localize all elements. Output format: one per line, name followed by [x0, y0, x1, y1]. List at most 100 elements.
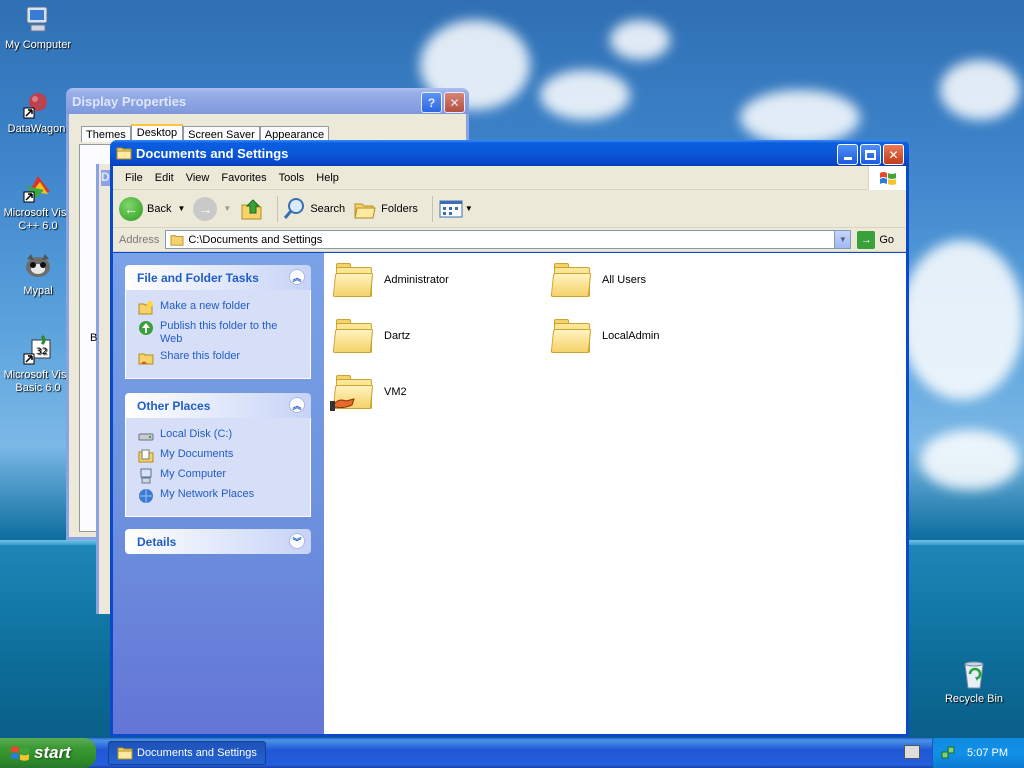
my-network-places-link[interactable]: My Network Places — [138, 488, 302, 504]
folder-item-all-users[interactable]: All Users — [550, 263, 647, 297]
collapse-chevron-icon[interactable]: ︽ — [289, 269, 305, 285]
folder-item-localadmin[interactable]: LocalAdmin — [550, 319, 659, 353]
folder-icon — [117, 747, 133, 760]
close-button[interactable]: ✕ — [883, 144, 904, 165]
desktop-icon-visual-basic[interactable]: 32 Microsoft Visu Basic 6.0 — [0, 334, 76, 395]
forward-arrow-icon: → — [193, 196, 218, 221]
link-label: Publish this folder to the Web — [160, 320, 278, 345]
share-folder-link[interactable]: Share this folder — [138, 350, 302, 366]
address-dropdown-icon[interactable]: ▼ — [834, 231, 851, 248]
new-folder-icon — [138, 301, 153, 315]
sharing-hand-icon — [330, 398, 355, 411]
back-arrow-icon: ← — [119, 196, 143, 221]
link-label: Local Disk (C:) — [160, 428, 233, 440]
group-header[interactable]: Details ︾ — [125, 529, 311, 554]
mypal-browser-icon — [22, 250, 54, 282]
network-places-icon — [139, 489, 153, 503]
publish-folder-link[interactable]: Publish this folder to the Web — [138, 320, 302, 346]
my-documents-link[interactable]: My Documents — [138, 448, 302, 464]
title-bar[interactable]: Documents and Settings ✕ — [110, 140, 909, 166]
clock[interactable]: 5:07 PM — [967, 747, 1008, 759]
my-computer-link[interactable]: My Computer — [138, 468, 302, 484]
forward-dropdown-icon[interactable]: ▼ — [223, 204, 231, 213]
windows-logo-icon — [868, 165, 906, 190]
shared-folder-icon — [330, 375, 374, 411]
search-button[interactable]: Search — [282, 197, 345, 221]
folders-icon — [354, 203, 376, 218]
desktop-icon-label-line1: Microsoft Visu — [3, 207, 73, 219]
back-dropdown-icon[interactable]: ▼ — [177, 204, 185, 213]
go-button[interactable]: → Go — [857, 230, 895, 249]
desktop-icon-my-computer[interactable]: My Computer — [0, 4, 76, 52]
minimize-button[interactable] — [837, 144, 858, 165]
folder-item-vm2[interactable]: VM2 — [330, 375, 407, 411]
publish-web-icon — [139, 321, 153, 335]
taskbar: start Documents and Settings 5:07 PM — [0, 738, 1024, 768]
folder-name: All Users — [602, 274, 647, 286]
network-shortcut-icon — [22, 88, 54, 120]
make-new-folder-link[interactable]: Make a new folder — [138, 300, 302, 316]
desktop-icon-recycle-bin[interactable]: Recycle Bin — [936, 658, 1012, 706]
window-title: Display Properties — [72, 93, 187, 109]
menu-edit[interactable]: Edit — [149, 172, 180, 184]
folder-up-icon — [241, 198, 262, 219]
cloud — [900, 240, 1024, 400]
system-tray: 5:07 PM — [932, 738, 1024, 768]
windows-logo-icon — [11, 746, 29, 761]
folder-item-dartz[interactable]: Dartz — [332, 319, 410, 353]
address-input[interactable]: C:\Documents and Settings ▼ — [165, 230, 852, 249]
visual-cpp-icon — [22, 172, 54, 204]
menu-favorites[interactable]: Favorites — [215, 172, 272, 184]
network-tray-icon[interactable] — [941, 746, 955, 760]
desktop-icon-datawagon[interactable]: DataWagon. — [0, 88, 76, 136]
cloud — [920, 430, 1020, 490]
help-button[interactable]: ? — [421, 92, 442, 113]
views-icon — [439, 200, 463, 217]
keyboard-icon[interactable] — [904, 745, 920, 759]
up-button[interactable] — [239, 196, 265, 222]
folder-name: Administrator — [384, 274, 449, 286]
address-bar: Address C:\Documents and Settings ▼ → Go — [113, 228, 906, 252]
menu-file[interactable]: File — [119, 172, 149, 184]
hidden-window-text: B — [90, 332, 98, 344]
local-disk-link[interactable]: Local Disk (C:) — [138, 428, 302, 444]
menu-bar: File Edit View Favorites Tools Help — [113, 165, 906, 190]
group-body: Make a new folder Publish this folder to… — [125, 290, 311, 379]
folder-name: VM2 — [384, 386, 407, 398]
desktop-icon-label: Mypal — [23, 285, 53, 297]
toolbar: ← Back ▼ → ▼ Search Folders ▼ — [113, 190, 906, 228]
views-button[interactable]: ▼ — [439, 200, 473, 218]
go-label: Go — [879, 233, 895, 246]
file-folder-tasks-group: File and Folder Tasks ︽ Make a new folde… — [125, 265, 311, 379]
forward-button[interactable]: → ▼ — [193, 196, 231, 221]
link-label: My Network Places — [160, 488, 255, 500]
folder-icon — [550, 263, 592, 297]
group-header[interactable]: File and Folder Tasks ︽ — [125, 265, 311, 290]
menu-help[interactable]: Help — [310, 172, 345, 184]
link-label: Share this folder — [160, 350, 241, 362]
desktop-icon-label-line1: Microsoft Visu — [3, 369, 73, 381]
expand-chevron-icon[interactable]: ︾ — [289, 533, 305, 549]
taskbar-button-documents-and-settings[interactable]: Documents and Settings — [108, 741, 266, 765]
cloud — [740, 90, 860, 145]
maximize-button[interactable] — [860, 144, 881, 165]
explorer-window: Documents and Settings ✕ File Edit View … — [110, 140, 909, 737]
menu-view[interactable]: View — [180, 172, 216, 184]
collapse-chevron-icon[interactable]: ︽ — [289, 397, 305, 413]
computer-icon — [22, 4, 54, 36]
back-label: Back — [147, 202, 172, 215]
desktop-icon-label: DataWagon. — [7, 123, 69, 135]
details-group: Details ︾ — [125, 529, 311, 554]
menu-tools[interactable]: Tools — [273, 172, 311, 184]
desktop-icon-visual-cpp[interactable]: Microsoft Visu C++ 6.0 — [0, 172, 76, 233]
close-button[interactable]: ✕ — [444, 92, 465, 113]
desktop-icon-label-line2: Basic 6.0 — [15, 382, 61, 394]
folders-button[interactable]: Folders — [353, 198, 418, 220]
folder-item-administrator[interactable]: Administrator — [332, 263, 449, 297]
group-header[interactable]: Other Places ︽ — [125, 393, 311, 418]
title-bar[interactable]: Display Properties ? ✕ — [66, 88, 469, 114]
start-button[interactable]: start — [0, 738, 96, 768]
desktop-icon-mypal[interactable]: Mypal — [0, 250, 76, 298]
back-button[interactable]: ← Back ▼ — [119, 196, 185, 221]
file-list: Administrator All Users Dartz LocalAdmin… — [324, 253, 906, 734]
